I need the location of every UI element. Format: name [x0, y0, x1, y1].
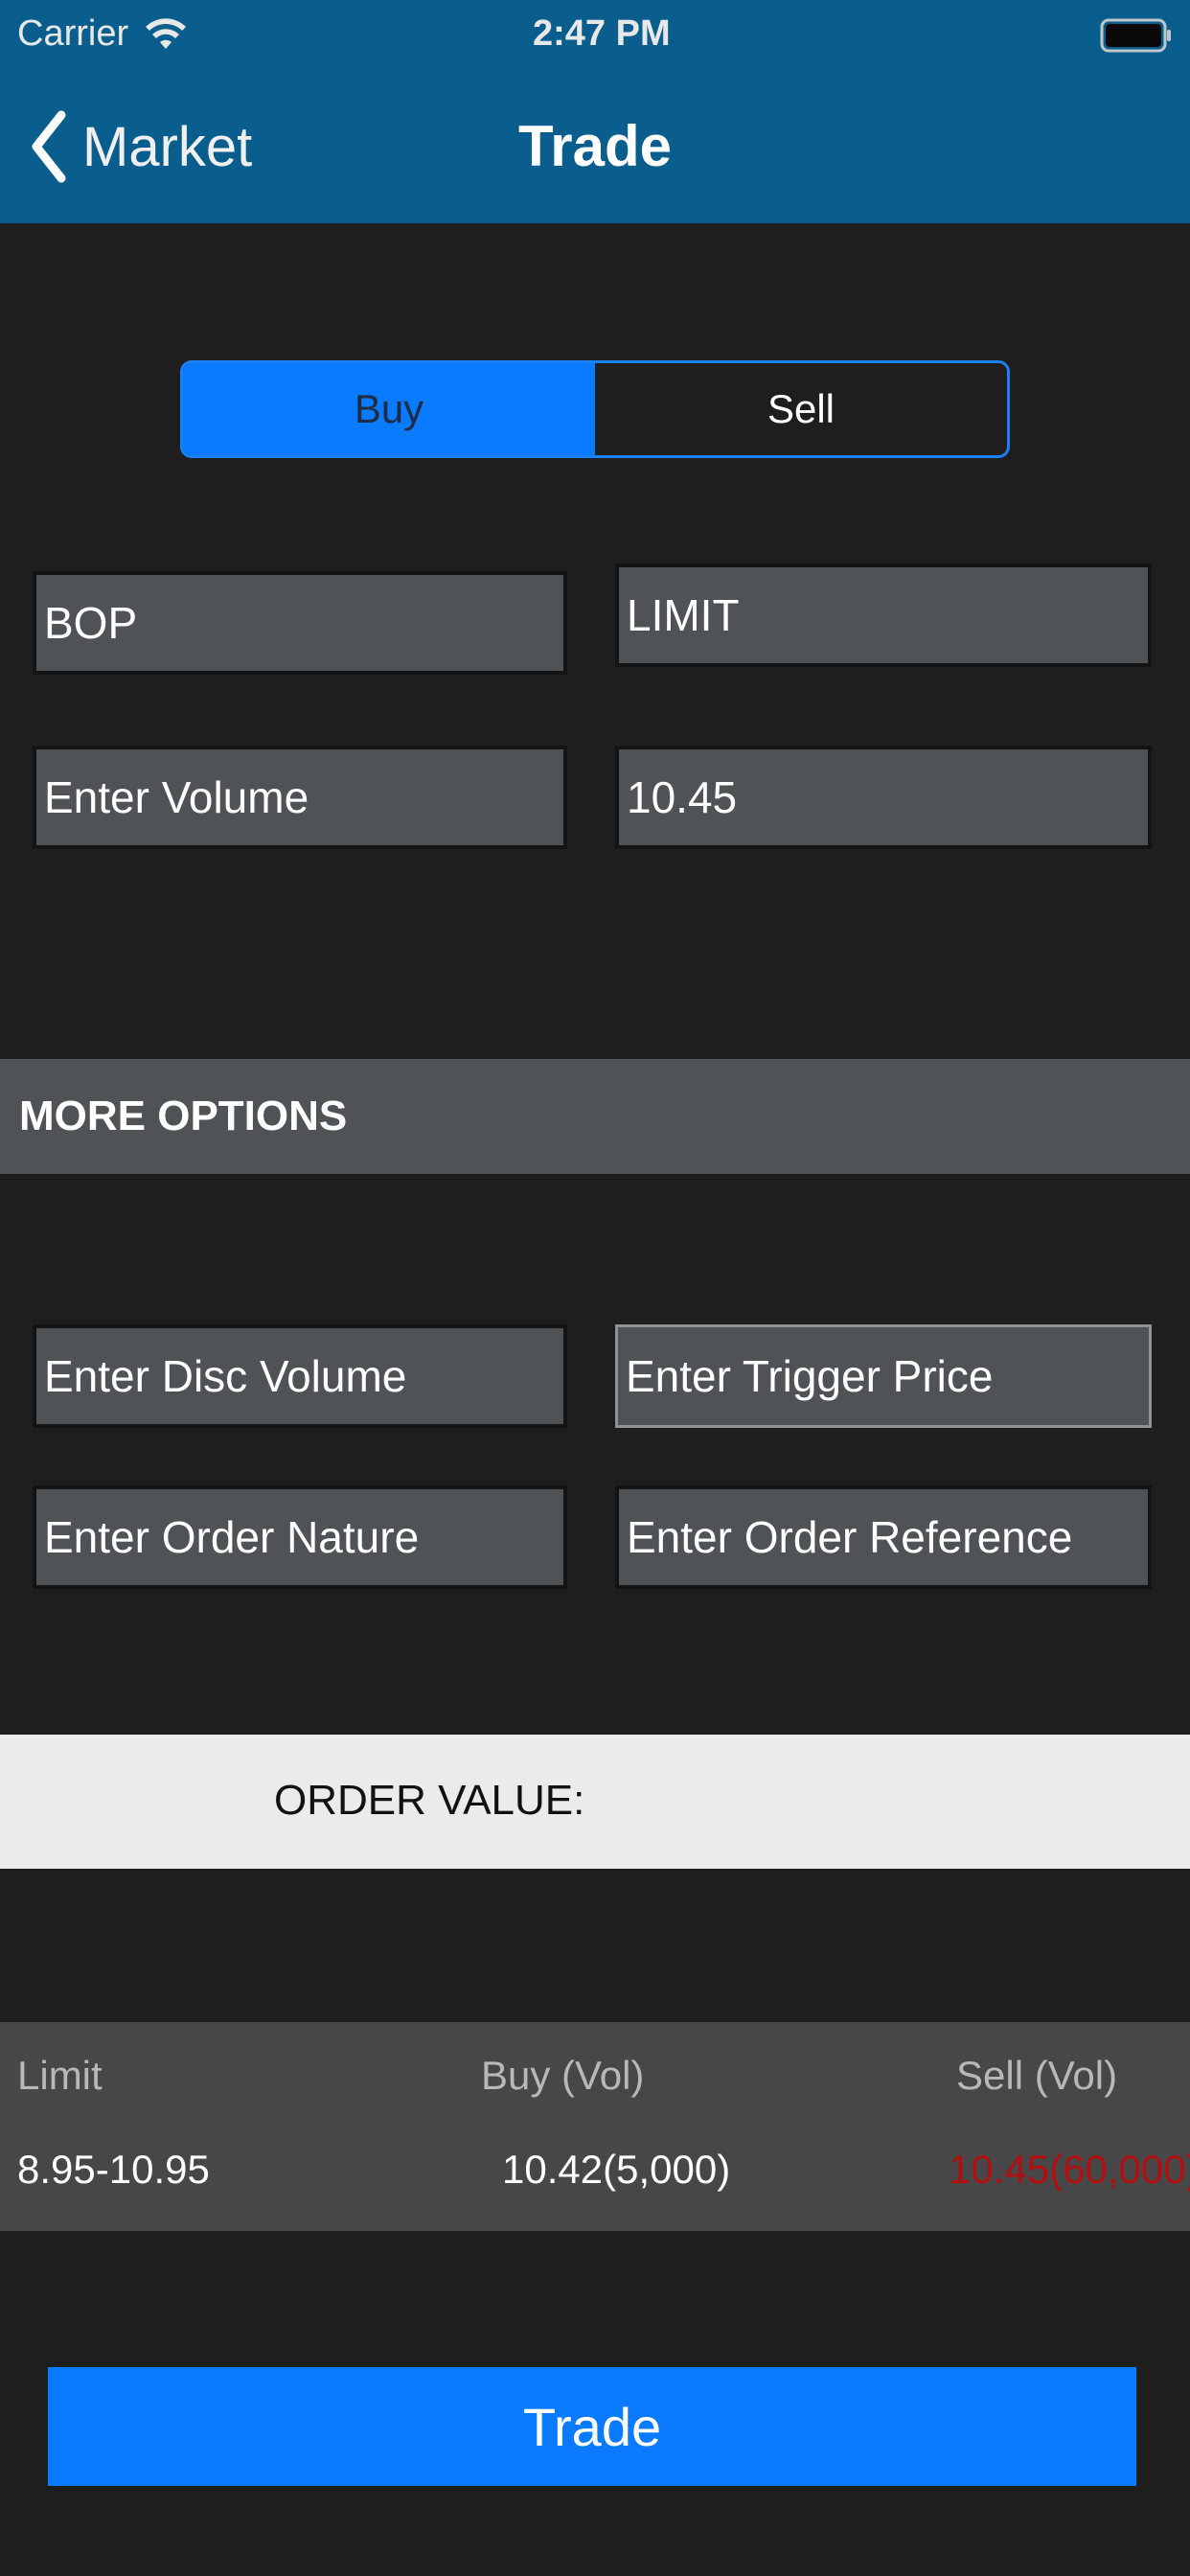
sell-segment[interactable]: Sell: [595, 363, 1007, 455]
buy-sell-segmented-control: Buy Sell: [180, 360, 1010, 458]
carrier-label: Carrier: [17, 13, 129, 54]
page-title: Trade: [517, 114, 673, 178]
buy-segment[interactable]: Buy: [183, 363, 595, 455]
trade-button[interactable]: Trade: [48, 2367, 1136, 2486]
top-bar: Carrier 2:47 PM Market Trade: [0, 0, 1190, 223]
buy-vol-value: 10.42(5,000): [502, 2147, 731, 2192]
limit-value: 8.95-10.95: [17, 2147, 210, 2192]
disc-volume-field[interactable]: Enter Disc Volume: [33, 1324, 567, 1428]
market-info-table: Limit Buy (Vol) Sell (Vol) 8.95-10.95 10…: [0, 2022, 1190, 2231]
wifi-icon: [146, 18, 186, 49]
order-reference-field[interactable]: Enter Order Reference: [615, 1485, 1152, 1589]
buy-vol-header: Buy (Vol): [481, 2053, 645, 2098]
sell-vol-value: 10.45(60,000): [949, 2147, 1190, 2192]
trigger-price-field[interactable]: Enter Trigger Price: [615, 1324, 1152, 1428]
status-time: 2:47 PM: [533, 13, 671, 54]
order-type-field[interactable]: LIMIT: [615, 564, 1152, 667]
price-field[interactable]: 10.45: [615, 746, 1152, 849]
battery-icon: [1100, 18, 1171, 53]
trade-screen: Carrier 2:47 PM Market Trade Buy Sell BO…: [0, 0, 1190, 2576]
volume-field[interactable]: Enter Volume: [33, 746, 567, 849]
order-value-panel: ORDER VALUE:: [0, 1735, 1190, 1869]
sell-vol-header: Sell (Vol): [956, 2053, 1118, 2098]
more-options-header[interactable]: MORE OPTIONS: [0, 1059, 1190, 1174]
limit-header: Limit: [17, 2053, 103, 2098]
order-value-label: ORDER VALUE:: [274, 1777, 585, 1824]
symbol-field[interactable]: BOP: [33, 571, 567, 675]
order-nature-field[interactable]: Enter Order Nature: [33, 1485, 567, 1589]
